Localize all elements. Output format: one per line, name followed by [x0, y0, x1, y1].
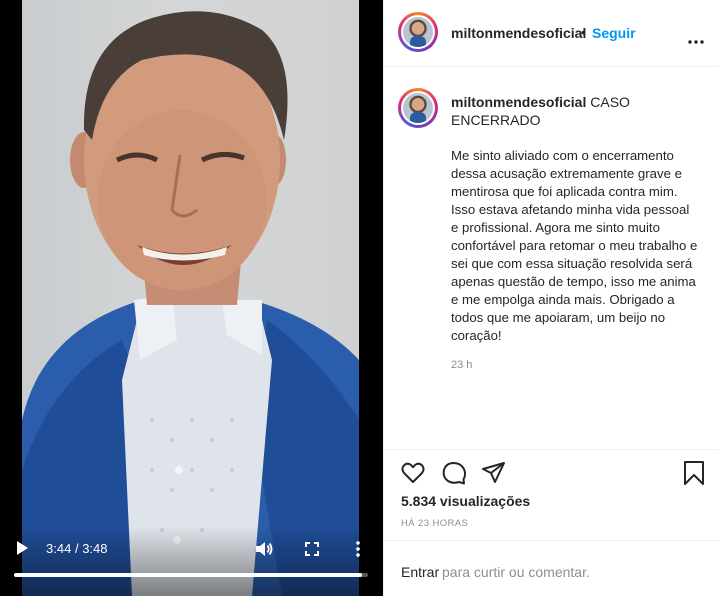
volume-icon[interactable] [255, 541, 273, 557]
post-header: miltonmendesoficial • Seguir [384, 0, 719, 67]
play-icon[interactable] [14, 540, 30, 556]
caption-header: miltonmendesoficial CASO ENCERRADO [451, 93, 701, 129]
post-timestamp[interactable]: HÁ 23 HORAS [401, 518, 468, 529]
header-username[interactable]: miltonmendesoficial [451, 25, 586, 41]
video-player[interactable]: 3:44 / 3:48 [0, 0, 383, 596]
comment-icon[interactable] [441, 460, 467, 486]
video-frame [22, 0, 359, 596]
progress-track[interactable] [14, 573, 368, 577]
separator-dot: • [581, 24, 586, 40]
time-separator: / [74, 541, 79, 556]
avatar[interactable] [398, 12, 438, 52]
post-side-panel: miltonmendesoficial • Seguir miltonmende… [383, 0, 719, 596]
action-bar [384, 449, 719, 493]
more-horizontal-icon[interactable] [688, 31, 704, 44]
caption-avatar[interactable] [398, 88, 438, 128]
caption-username[interactable]: miltonmendesoficial [451, 94, 586, 110]
bookmark-icon[interactable] [681, 460, 707, 486]
caption-text: Me sinto aliviado com o encerramento des… [451, 148, 698, 343]
comment-prompt: para curtir ou comentar. [442, 564, 590, 580]
fullscreen-icon[interactable] [304, 541, 320, 557]
heart-icon[interactable] [400, 460, 426, 486]
video-time: 3:44 / 3:48 [46, 541, 108, 556]
follow-button[interactable]: Seguir [592, 25, 636, 41]
comment-section: Entrar para curtir ou comentar. [384, 540, 719, 596]
caption-time: 23 h [451, 359, 473, 371]
progress-fill [14, 573, 362, 577]
view-count[interactable]: 5.834 visualizações [401, 493, 530, 509]
current-time: 3:44 [46, 541, 72, 556]
more-vertical-icon[interactable] [354, 541, 362, 557]
video-still-person [22, 11, 359, 596]
login-link[interactable]: Entrar [401, 564, 439, 580]
duration: 3:48 [82, 541, 108, 556]
video-controls-bar [0, 526, 383, 596]
share-icon[interactable] [481, 460, 507, 486]
